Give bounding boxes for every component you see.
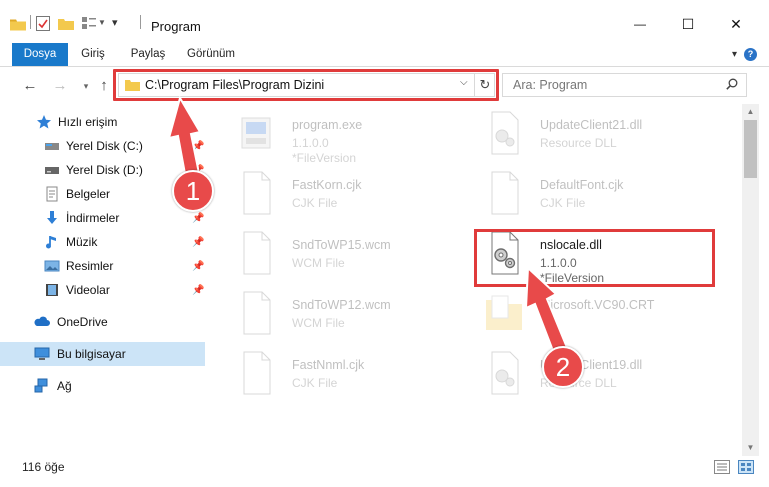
back-button[interactable]: ← (20, 76, 40, 96)
minimize-button[interactable]: — (620, 12, 660, 36)
music-icon (46, 236, 56, 249)
callout-badge-1: 1 (172, 170, 214, 212)
minimize-icon: — (634, 17, 646, 31)
details-view-icon[interactable] (714, 460, 730, 474)
drive-icon (45, 143, 59, 150)
large-icons-view-icon[interactable] (738, 460, 754, 474)
list-item[interactable]: FastKorn.cjk CJK File (236, 170, 476, 228)
callout-badge-2: 2 (542, 346, 584, 388)
pin-icon: 📌 (192, 212, 205, 224)
arrow-left-icon: ← (22, 77, 38, 94)
tab-view[interactable]: Görünüm (186, 43, 236, 66)
new-folder-icon[interactable] (58, 17, 74, 30)
list-item[interactable]: program.exe 1.1.0.0 *FileVersion (236, 110, 476, 168)
tab-file[interactable]: Dosya (12, 43, 68, 66)
chevron-down-icon[interactable]: ▼ (98, 18, 106, 27)
forward-button[interactable]: → (50, 76, 70, 96)
maximize-button[interactable]: ☐ (668, 12, 708, 36)
close-icon: ✕ (730, 15, 742, 32)
sidebar-item-label: Ağ (57, 379, 72, 393)
sidebar-item-label: Yerel Disk (D:) (66, 163, 143, 177)
search-icon[interactable] (726, 78, 738, 90)
folder-icon (10, 19, 26, 31)
drive-icon (45, 167, 59, 174)
videos-icon (46, 284, 58, 296)
window-title: Program (151, 19, 201, 34)
sidebar-item-label: Yerel Disk (C:) (66, 139, 143, 153)
dll-file-icon (491, 111, 519, 155)
sidebar-item-label: Belgeler (66, 187, 111, 201)
recent-locations-button[interactable]: ▾ (76, 76, 96, 96)
scrollbar-thumb[interactable] (744, 120, 757, 178)
sidebar-item-this-pc[interactable]: Bu bilgisayar (0, 342, 205, 366)
properties-icon[interactable] (36, 16, 50, 31)
title-bar: ▼ ▾ Program — ☐ ✕ (0, 0, 769, 40)
sidebar-item-label: Müzik (66, 235, 98, 249)
pin-icon: 📌 (192, 284, 205, 296)
status-bar: 116 öğe (0, 456, 769, 487)
sidebar-item-onedrive[interactable]: OneDrive (0, 310, 205, 334)
tab-share[interactable]: Paylaş (126, 43, 170, 66)
view-icon[interactable] (82, 17, 96, 30)
chevron-down-icon: ▾ (83, 81, 89, 91)
sidebar-item-label: OneDrive (57, 315, 108, 329)
sidebar-item-videos[interactable]: Videolar 📌 (0, 278, 205, 302)
arrow-right-icon: → (52, 77, 68, 94)
file-icon (243, 291, 271, 335)
sidebar-item-network[interactable]: Ağ (0, 374, 205, 398)
ribbon-tabs: Dosya Giriş Paylaş Görünüm ▾ ? (0, 43, 769, 67)
file-icon (243, 351, 271, 395)
list-item[interactable]: FastNnml.cjk CJK File (236, 350, 476, 408)
file-highlight-box (474, 229, 715, 287)
item-count: 116 öğe (22, 460, 65, 474)
search-input[interactable]: Ara: Program (502, 73, 747, 97)
help-icon[interactable]: ? (744, 48, 757, 61)
vertical-scrollbar[interactable]: ▲ ▼ (742, 104, 759, 456)
cloud-icon (34, 316, 50, 326)
up-button[interactable]: ↑ (94, 76, 114, 96)
sidebar-item-label: Bu bilgisayar (57, 347, 126, 361)
scroll-up-icon[interactable]: ▲ (742, 104, 759, 120)
close-button[interactable]: ✕ (716, 12, 756, 36)
list-item[interactable]: UpdateClient21.dll Resource DLL (484, 110, 724, 168)
computer-icon (34, 347, 50, 360)
exe-file-icon (241, 117, 271, 149)
list-item[interactable]: SndToWP15.wcm WCM File (236, 230, 476, 288)
sidebar-item-downloads[interactable]: İndirmeler 📌 (0, 206, 205, 230)
pin-icon: 📌 (192, 236, 205, 248)
sidebar-item-label: Videolar (66, 283, 110, 297)
sidebar-item-pictures[interactable]: Resimler 📌 (0, 254, 205, 278)
tab-home[interactable]: Giriş (78, 43, 108, 66)
network-icon (34, 378, 48, 393)
chevron-down-icon[interactable]: ▾ (732, 49, 737, 60)
search-placeholder: Ara: Program (513, 78, 588, 92)
list-item[interactable]: SndToWP12.wcm WCM File (236, 290, 476, 348)
pin-icon: 📌 (192, 260, 205, 272)
pictures-icon (44, 260, 60, 272)
sidebar-item-label: Hızlı erişim (58, 115, 118, 129)
download-icon (47, 211, 57, 224)
maximize-icon: ☐ (681, 15, 695, 32)
arrow-up-icon: ↑ (100, 77, 108, 94)
file-icon (491, 171, 519, 215)
file-icon (243, 171, 271, 215)
file-icon (243, 231, 271, 275)
customize-toolbar-icon[interactable]: ▾ (112, 16, 118, 29)
sidebar-item-music[interactable]: Müzik 📌 (0, 230, 205, 254)
sidebar-item-label: İndirmeler (66, 211, 120, 225)
documents-icon (46, 186, 58, 202)
sidebar-item-label: Resimler (66, 259, 114, 273)
star-icon (37, 115, 51, 129)
scroll-down-icon[interactable]: ▼ (742, 440, 759, 456)
list-item[interactable]: DefaultFont.cjk CJK File (484, 170, 724, 228)
